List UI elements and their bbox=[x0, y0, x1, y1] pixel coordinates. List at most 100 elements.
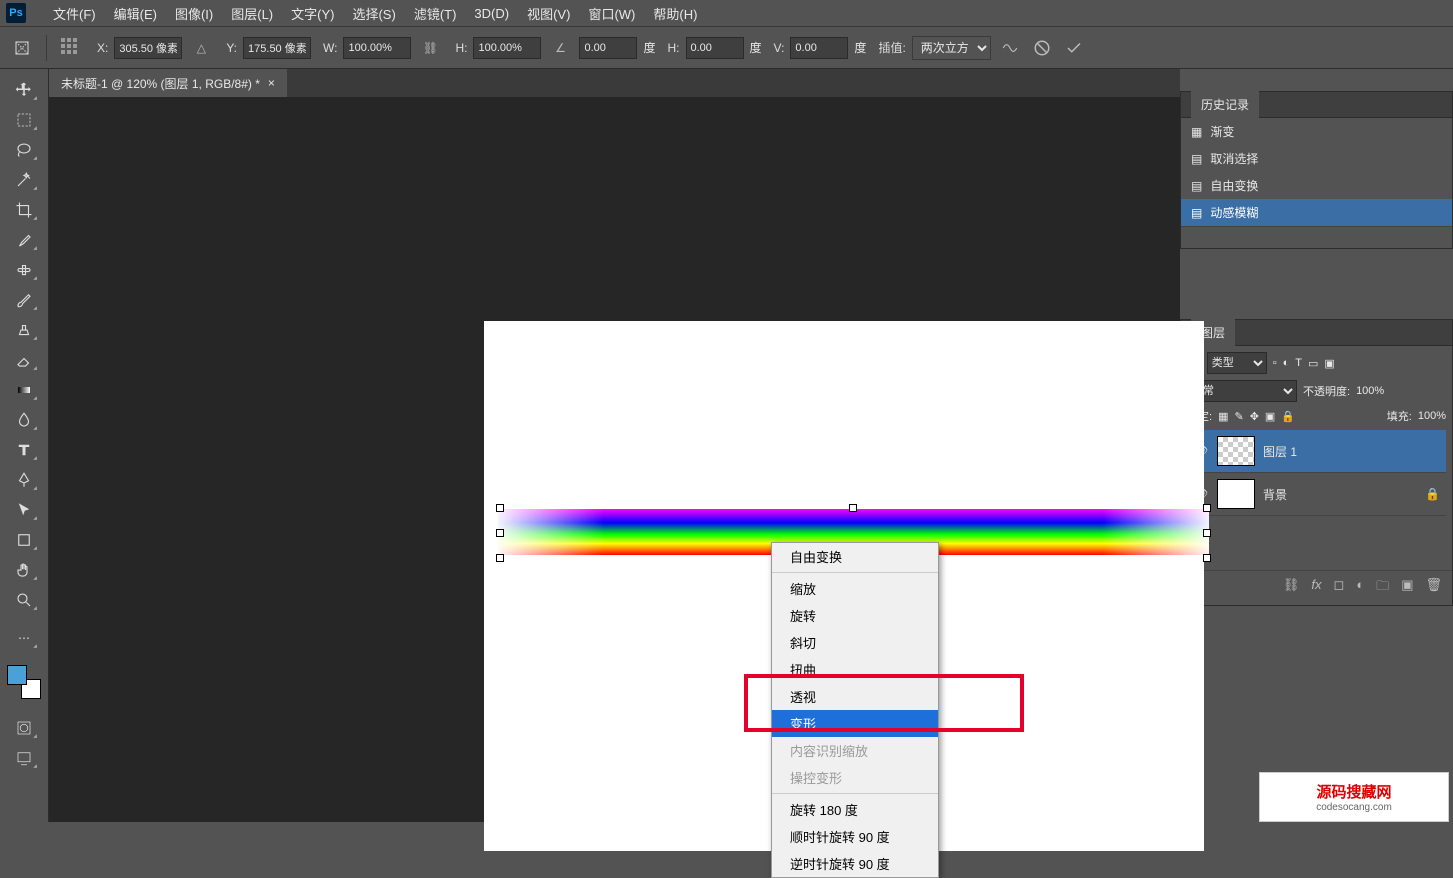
gradient-thumb-icon: ▦ bbox=[1191, 125, 1202, 139]
layer-name[interactable]: 图层 1 bbox=[1263, 443, 1297, 460]
adjustment-icon[interactable]: ◐ bbox=[1356, 577, 1364, 599]
angle-input[interactable] bbox=[579, 37, 637, 59]
path-select-tool[interactable] bbox=[8, 497, 40, 523]
lock-transparent-icon[interactable]: ▦ bbox=[1218, 410, 1228, 423]
filter-pixel-icon[interactable]: ▫ bbox=[1273, 357, 1277, 369]
layer-filter-select[interactable]: 类型 bbox=[1207, 352, 1267, 374]
delete-layer-icon[interactable]: 🗑 bbox=[1425, 577, 1442, 599]
ctx-skew[interactable]: 斜切 bbox=[772, 629, 938, 656]
transform-handle-br[interactable] bbox=[1203, 554, 1211, 562]
mask-icon[interactable]: ◻ bbox=[1334, 577, 1345, 599]
lock-position-icon[interactable]: ✥ bbox=[1250, 410, 1259, 423]
menu-3d[interactable]: 3D(D) bbox=[465, 6, 518, 21]
ctx-rotate-90ccw[interactable]: 逆时针旋转 90 度 bbox=[772, 850, 938, 877]
clone-stamp-tool[interactable] bbox=[8, 317, 40, 343]
w-input[interactable] bbox=[343, 37, 411, 59]
transform-handle-mr[interactable] bbox=[1203, 529, 1211, 537]
y-input[interactable] bbox=[243, 37, 311, 59]
link-layers-icon[interactable]: ⛓ bbox=[1283, 577, 1300, 599]
shape-tool[interactable] bbox=[8, 527, 40, 553]
fill-value[interactable]: 100% bbox=[1418, 410, 1446, 422]
ctx-free-transform[interactable]: 自由变换 bbox=[772, 543, 938, 570]
healing-brush-tool[interactable] bbox=[8, 257, 40, 283]
pen-tool[interactable] bbox=[8, 467, 40, 493]
ctx-rotate[interactable]: 旋转 bbox=[772, 602, 938, 629]
reference-point-grid[interactable] bbox=[57, 34, 85, 62]
layers-footer: ⛓ fx ◻ ◐ 🗀 ▣ 🗑 bbox=[1181, 570, 1452, 605]
filter-smart-icon[interactable]: ▣ bbox=[1324, 357, 1334, 370]
menu-type[interactable]: 文字(Y) bbox=[282, 4, 343, 23]
ctx-rotate-90cw[interactable]: 顺时针旋转 90 度 bbox=[772, 823, 938, 850]
menu-file[interactable]: 文件(F) bbox=[44, 4, 105, 23]
fx-icon[interactable]: fx bbox=[1311, 577, 1321, 599]
transform-handle-tr[interactable] bbox=[1203, 504, 1211, 512]
transform-handle-bl[interactable] bbox=[496, 554, 504, 562]
foreground-color[interactable] bbox=[7, 665, 27, 685]
ctx-scale[interactable]: 缩放 bbox=[772, 575, 938, 602]
warp-mode-icon[interactable] bbox=[997, 35, 1023, 61]
lasso-tool[interactable] bbox=[8, 137, 40, 163]
opacity-value[interactable]: 100% bbox=[1356, 385, 1384, 397]
menu-help[interactable]: 帮助(H) bbox=[644, 4, 706, 23]
step-icon: ▤ bbox=[1191, 152, 1202, 166]
h-skew-input[interactable] bbox=[686, 37, 744, 59]
interp-select[interactable]: 两次立方 bbox=[912, 36, 991, 60]
h-label: H: bbox=[455, 41, 467, 55]
brush-tool[interactable] bbox=[8, 287, 40, 313]
x-input[interactable] bbox=[114, 37, 182, 59]
delta-icon[interactable]: △ bbox=[188, 35, 214, 61]
close-tab-icon[interactable]: × bbox=[268, 76, 275, 90]
link-icon[interactable]: ⛓ bbox=[417, 35, 443, 61]
eraser-tool[interactable] bbox=[8, 347, 40, 373]
menu-filter[interactable]: 滤镜(T) bbox=[405, 4, 466, 23]
move-tool[interactable] bbox=[8, 77, 40, 103]
filter-type-icon[interactable]: T bbox=[1295, 357, 1302, 369]
lock-artboard-icon[interactable]: ▣ bbox=[1265, 410, 1275, 423]
hand-tool[interactable] bbox=[8, 557, 40, 583]
layer-item-1[interactable]: 👁 图层 1 bbox=[1187, 430, 1446, 473]
h-input[interactable] bbox=[473, 37, 541, 59]
lock-all-icon[interactable]: 🔒 bbox=[1281, 410, 1295, 423]
document-tab[interactable]: 未标题-1 @ 120% (图层 1, RGB/8#) * × bbox=[49, 69, 287, 97]
menu-select[interactable]: 选择(S) bbox=[343, 4, 404, 23]
menu-view[interactable]: 视图(V) bbox=[518, 4, 579, 23]
history-item-deselect[interactable]: ▤取消选择 bbox=[1181, 145, 1452, 172]
new-layer-icon[interactable]: ▣ bbox=[1401, 577, 1413, 599]
crop-tool[interactable] bbox=[8, 197, 40, 223]
edit-toolbar-icon[interactable]: ⋯ bbox=[8, 625, 40, 651]
menu-window[interactable]: 窗口(W) bbox=[579, 4, 644, 23]
ctx-distort[interactable]: 扭曲 bbox=[772, 656, 938, 683]
color-swatches[interactable] bbox=[7, 665, 41, 699]
ctx-warp[interactable]: 变形 bbox=[772, 710, 938, 737]
zoom-tool[interactable] bbox=[8, 587, 40, 613]
history-item-gradient[interactable]: ▦渐变 bbox=[1181, 118, 1452, 145]
quickmask-icon[interactable] bbox=[8, 715, 40, 741]
v-skew-input[interactable] bbox=[790, 37, 848, 59]
type-tool[interactable] bbox=[8, 437, 40, 463]
menu-image[interactable]: 图像(I) bbox=[166, 4, 222, 23]
gradient-tool[interactable] bbox=[8, 377, 40, 403]
cancel-transform-icon[interactable] bbox=[1029, 35, 1055, 61]
marquee-tool[interactable] bbox=[8, 107, 40, 133]
layer-item-bg[interactable]: 👁 背景 🔒 bbox=[1187, 473, 1446, 516]
filter-shape-icon[interactable]: ▭ bbox=[1308, 357, 1318, 370]
history-tab[interactable]: 历史记录 bbox=[1191, 91, 1259, 118]
blur-tool[interactable] bbox=[8, 407, 40, 433]
transform-handle-tc[interactable] bbox=[849, 504, 857, 512]
ctx-perspective[interactable]: 透视 bbox=[772, 683, 938, 710]
ctx-rotate-180[interactable]: 旋转 180 度 bbox=[772, 796, 938, 823]
screen-mode-icon[interactable] bbox=[8, 745, 40, 771]
filter-adjust-icon[interactable]: ◐ bbox=[1283, 357, 1290, 369]
layer-name[interactable]: 背景 bbox=[1263, 486, 1287, 503]
commit-transform-icon[interactable] bbox=[1061, 35, 1087, 61]
history-item-motion-blur[interactable]: ▤动感模糊 bbox=[1181, 199, 1452, 226]
transform-handle-ml[interactable] bbox=[496, 529, 504, 537]
history-item-free-transform[interactable]: ▤自由变换 bbox=[1181, 172, 1452, 199]
transform-handle-tl[interactable] bbox=[496, 504, 504, 512]
group-icon[interactable]: 🗀 bbox=[1376, 577, 1389, 599]
menu-layer[interactable]: 图层(L) bbox=[222, 4, 282, 23]
eyedropper-tool[interactable] bbox=[8, 227, 40, 253]
menu-edit[interactable]: 编辑(E) bbox=[105, 4, 166, 23]
lock-pixels-icon[interactable]: ✎ bbox=[1234, 410, 1243, 423]
magic-wand-tool[interactable] bbox=[8, 167, 40, 193]
